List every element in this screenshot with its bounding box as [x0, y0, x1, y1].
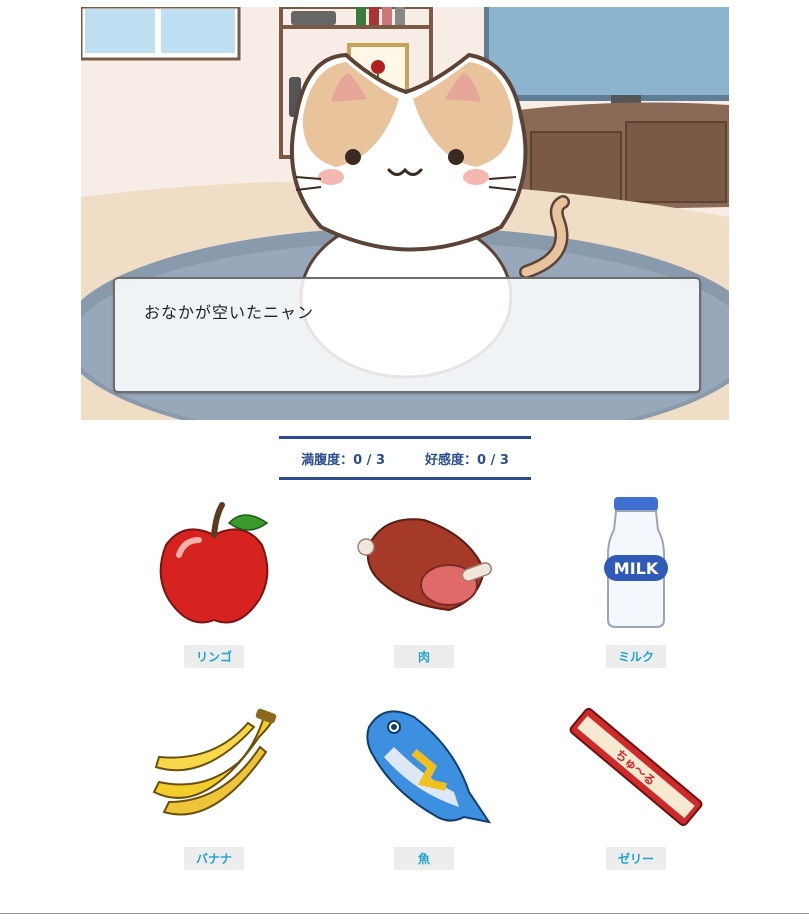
food-item-jelly[interactable]: ちゅ〜る ゼリー: [566, 697, 706, 887]
fullness-value: 0 / 3: [353, 452, 385, 468]
food-item-banana[interactable]: バナナ: [144, 697, 284, 887]
footer-divider: [0, 913, 809, 914]
fullness-stat: 満腹度：0 / 3: [301, 449, 385, 468]
affection-stat: 好感度：0 / 3: [425, 449, 509, 468]
dialog-text: おなかが空いたニャン: [144, 303, 315, 322]
banana-icon[interactable]: [144, 697, 284, 837]
food-label-banana[interactable]: バナナ: [184, 847, 244, 870]
food-label-jelly[interactable]: ゼリー: [606, 847, 666, 870]
food-item-meat[interactable]: 肉: [354, 495, 494, 685]
food-label-milk[interactable]: ミルク: [606, 645, 666, 668]
milk-icon[interactable]: MILK: [566, 495, 706, 635]
food-label-fish[interactable]: 魚: [394, 847, 454, 870]
status-bar: 満腹度：0 / 3 好感度：0 / 3: [279, 436, 531, 480]
svg-text:MILK: MILK: [614, 559, 659, 578]
jelly-icon[interactable]: ちゅ〜る: [566, 697, 706, 837]
fullness-label: 満腹度：: [301, 452, 354, 468]
fish-icon[interactable]: [354, 697, 494, 837]
food-label-meat[interactable]: 肉: [394, 645, 454, 668]
affection-label: 好感度：: [425, 452, 478, 468]
food-label-apple[interactable]: リンゴ: [184, 645, 244, 668]
food-item-apple[interactable]: リンゴ: [144, 495, 284, 685]
apple-icon[interactable]: [144, 495, 284, 635]
affection-value: 0 / 3: [477, 452, 509, 468]
food-item-milk[interactable]: MILK ミルク: [566, 495, 706, 685]
food-item-fish[interactable]: 魚: [354, 697, 494, 887]
meat-icon[interactable]: [354, 495, 494, 635]
dialog-box: おなかが空いたニャン: [113, 277, 701, 393]
